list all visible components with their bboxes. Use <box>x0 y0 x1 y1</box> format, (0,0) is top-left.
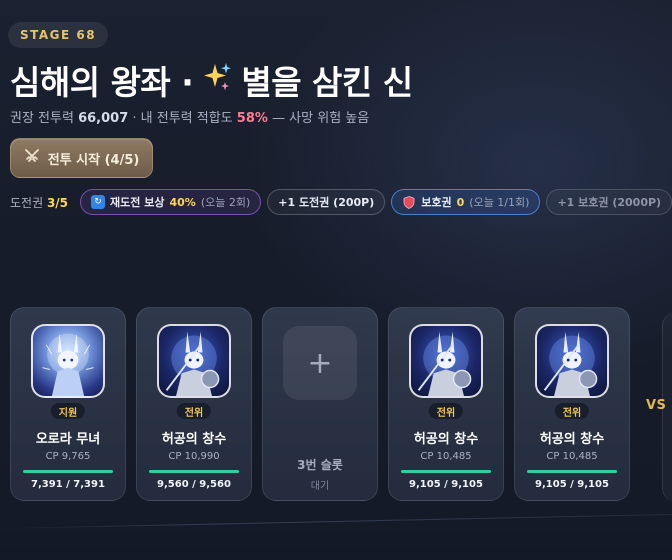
ticket-count: 도전권 3/5 <box>10 194 68 211</box>
bottom-band <box>0 520 672 560</box>
ticket-row: 도전권 3/5 ↻ 재도전 보상 40% (오늘 2회) +1 도전권 (200… <box>10 189 672 215</box>
character-name: 허공의 창수 <box>161 432 227 447</box>
empty-slot-status: 대기 <box>310 481 330 492</box>
hp-value: 7,391 / 7,391 <box>31 479 105 490</box>
title-right: 별을 삼킨 신 <box>241 63 413 102</box>
shield-value: 0 <box>456 195 465 209</box>
retry-bonus-chip: ↻ 재도전 보상 40% (오늘 2회) <box>80 189 262 215</box>
enemy-card-edge[interactable] <box>662 312 672 502</box>
role-badge: 전위 <box>428 403 464 419</box>
combat-power: CP 10,990 <box>168 451 220 462</box>
party-slot-3-empty[interactable]: + 3번 슬롯 대기 <box>262 307 378 501</box>
shield-label: 보호권 <box>421 196 452 209</box>
hp-bar <box>527 470 617 473</box>
character-name: 허공의 창수 <box>413 432 479 447</box>
hp-bar <box>149 470 239 473</box>
title-left: 심해의 왕좌 · <box>10 63 194 102</box>
shield-note: (오늘 1/1회) <box>469 196 530 209</box>
empty-slot-label: 3번 슬롯 <box>297 458 343 472</box>
party-slot-1[interactable]: 지원 오로라 무녀 CP 9,765 7,391 / 7,391 <box>10 307 126 501</box>
buy-ticket-label: +1 도전권 (200P) <box>278 196 375 209</box>
combat-power: CP 10,485 <box>420 451 472 462</box>
refresh-icon: ↻ <box>91 195 106 209</box>
hp-bar <box>23 470 113 473</box>
shield-chip: 보호권 0 (오늘 1/1회) <box>391 189 541 215</box>
retry-bonus-label: 재도전 보상 <box>110 196 165 209</box>
combat-power: CP 9,765 <box>45 451 91 462</box>
page-title: 심해의 왕좌 · 별을 삼킨 신 <box>10 56 413 104</box>
role-badge: 지원 <box>50 403 86 419</box>
role-badge: 전위 <box>176 403 212 419</box>
buy-ticket-button[interactable]: +1 도전권 (200P) <box>267 189 386 215</box>
hp-value: 9,105 / 9,105 <box>535 479 609 490</box>
buy-shield-button[interactable]: +1 보호권 (2000P) <box>546 189 672 215</box>
character-portrait <box>31 324 105 398</box>
ticket-label: 도전권 <box>10 195 44 210</box>
crossed-swords-icon <box>24 148 40 168</box>
character-portrait <box>535 324 609 398</box>
character-name: 오로라 무녀 <box>35 432 101 447</box>
start-battle-label: 전투 시작 (4/5) <box>47 152 140 168</box>
party-slot-5[interactable]: 전위 허공의 창수 CP 10,485 9,105 / 9,105 <box>514 307 630 501</box>
sub-prefix: 권장 전투력 <box>10 111 74 126</box>
stage-badge: STAGE 68 <box>8 22 109 48</box>
hp-bar <box>401 470 491 473</box>
combat-power: CP 10,485 <box>546 451 598 462</box>
shield-icon <box>402 195 416 209</box>
character-name: 허공의 창수 <box>539 432 605 447</box>
add-member-plus-icon: + <box>283 326 357 400</box>
retry-bonus-note: (오늘 2회) <box>200 196 251 209</box>
ticket-value: 3/5 <box>46 195 69 210</box>
sparkles-icon <box>201 61 233 100</box>
character-portrait <box>157 324 231 398</box>
start-battle-button[interactable]: 전투 시작 (4/5) <box>10 138 153 178</box>
party-slot-4[interactable]: 전위 허공의 창수 CP 10,485 9,105 / 9,105 <box>388 307 504 501</box>
party-slot-2[interactable]: 전위 허공의 창수 CP 10,990 9,560 / 9,560 <box>136 307 252 501</box>
role-badge: 전위 <box>554 403 590 419</box>
buy-shield-label: +1 보호권 (2000P) <box>557 196 662 209</box>
recommended-power: 66,007 <box>78 111 129 126</box>
sub-mid: · 내 전투력 적합도 <box>132 111 233 126</box>
retry-bonus-value: 40% <box>169 195 196 209</box>
character-portrait <box>409 324 483 398</box>
fitness-percent: 58% <box>236 111 268 126</box>
danger-note: — 사망 위험 높음 <box>272 111 370 126</box>
hp-value: 9,560 / 9,560 <box>157 479 231 490</box>
recommended-power-line: 권장 전투력 66,007 · 내 전투력 적합도 58% — 사망 위험 높음 <box>10 107 369 126</box>
hp-value: 9,105 / 9,105 <box>409 479 483 490</box>
